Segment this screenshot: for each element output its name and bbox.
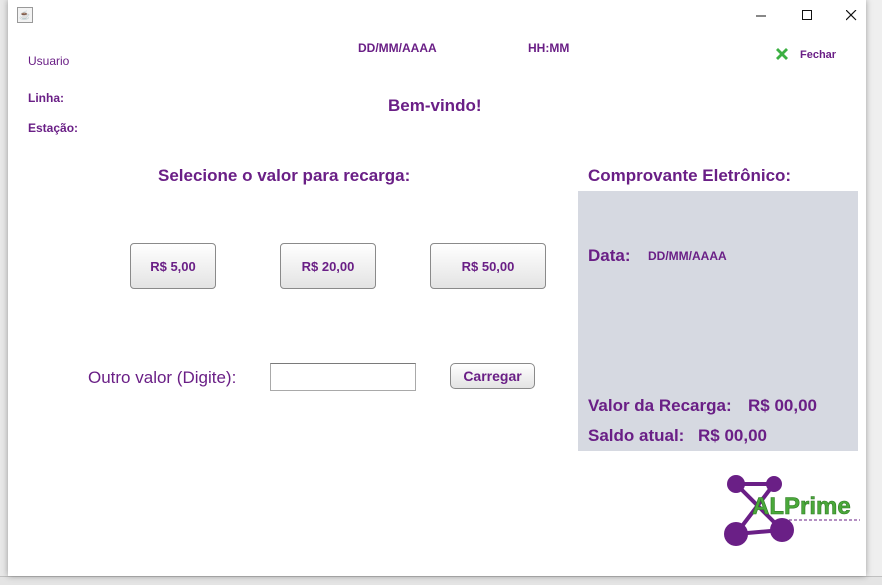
close-window-button[interactable] <box>828 0 874 31</box>
other-value-input[interactable] <box>270 363 416 391</box>
station-label: Estação: <box>28 121 79 135</box>
recharge-20-button[interactable]: R$ 20,00 <box>280 243 376 289</box>
title-bar: ☕ <box>8 0 866 31</box>
recharge-window: ☕ Usuario DD/MM/AAAA HH:MM Linha: Estaçã… <box>8 0 866 576</box>
recharge-value-label: Valor da Recarga: <box>588 396 732 415</box>
close-app-button[interactable]: Fechar <box>770 44 842 66</box>
minimize-button[interactable] <box>738 0 784 31</box>
balance-value: R$ 00,00 <box>698 426 767 445</box>
date-display: DD/MM/AAAA <box>358 41 437 55</box>
recharge-value: R$ 00,00 <box>748 396 817 415</box>
maximize-button[interactable] <box>784 0 830 31</box>
recharge-50-button[interactable]: R$ 50,00 <box>430 243 546 289</box>
welcome-title: Bem-vindo! <box>388 96 482 115</box>
recharge-heading: Selecione o valor para recarga: <box>158 166 411 185</box>
other-value-label: Outro valor (Digite): <box>88 368 237 387</box>
time-display: HH:MM <box>528 41 570 55</box>
receipt-date-value: DD/MM/AAAA <box>648 249 727 263</box>
close-app-label: Fechar <box>800 49 837 61</box>
close-x-icon <box>776 48 788 60</box>
balance-label: Saldo atual: <box>588 426 685 445</box>
close-icon <box>845 10 856 21</box>
background-window-right <box>866 0 882 584</box>
maximize-icon <box>801 10 812 20</box>
user-label: Usuario <box>28 54 70 68</box>
recharge-5-button[interactable]: R$ 5,00 <box>130 243 216 289</box>
minimize-icon <box>755 15 766 17</box>
line-label: Linha: <box>28 91 64 105</box>
alprime-logo: ALPrime <box>724 475 860 546</box>
java-app-icon: ☕ <box>17 7 33 23</box>
load-button[interactable]: Carregar <box>450 363 535 389</box>
receipt-panel: Data: DD/MM/AAAA Valor da Recarga: R$ 00… <box>578 191 858 451</box>
receipt-heading: Comprovante Eletrônico: <box>588 166 792 185</box>
receipt-date-label: Data: <box>588 246 631 265</box>
logo-text: ALPrime <box>752 493 851 520</box>
